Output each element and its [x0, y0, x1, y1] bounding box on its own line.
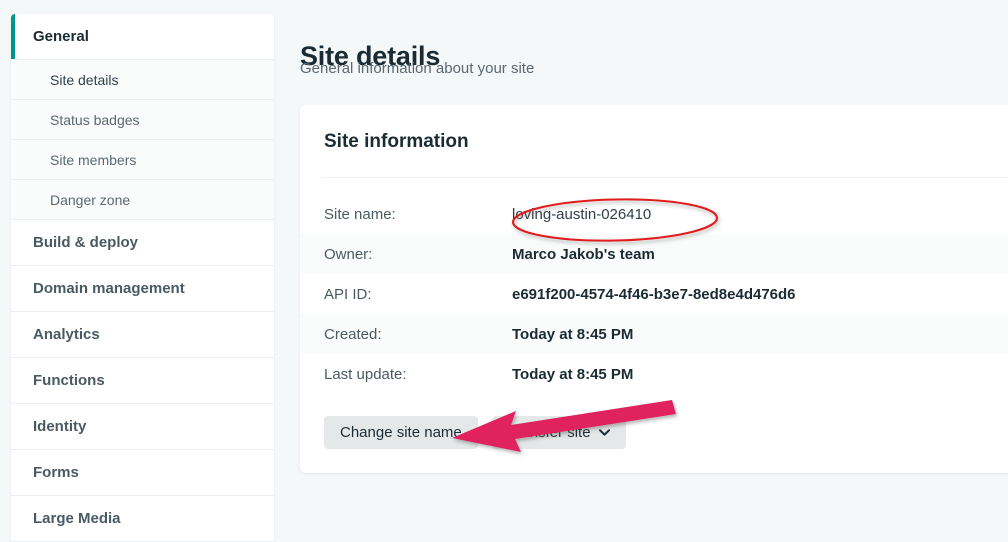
sidebar-item-domain-management[interactable]: Domain management — [11, 266, 274, 312]
transfer-site-label: Transfer site — [507, 424, 591, 441]
sidebar-item-identity[interactable]: Identity — [11, 404, 274, 450]
site-information-card: Site information Site name: loving-austi… — [300, 105, 1008, 473]
sidebar-item-status-badges[interactable]: Status badges — [11, 100, 274, 140]
table-row: Site name: loving-austin-026410 — [300, 194, 1008, 234]
sidebar-item-build-deploy[interactable]: Build & deploy — [11, 220, 274, 266]
table-row: Owner: Marco Jakob's team — [300, 234, 1008, 274]
settings-sidebar: General Site details Status badges Site … — [11, 14, 274, 542]
table-row: Created: Today at 8:45 PM — [300, 314, 1008, 354]
sidebar-item-label: Analytics — [33, 326, 100, 343]
sidebar-item-analytics[interactable]: Analytics — [11, 312, 274, 358]
sidebar-item-label: Build & deploy — [33, 234, 138, 251]
row-label-created: Created: — [324, 325, 382, 343]
change-site-name-button[interactable]: Change site name — [324, 416, 478, 449]
sidebar-item-general[interactable]: General — [11, 14, 274, 60]
settings-page: General Site details Status badges Site … — [0, 0, 1008, 542]
page-subtitle: General information about your site — [300, 60, 535, 77]
row-label-site-name: Site name: — [324, 205, 396, 223]
sidebar-item-label: Functions — [33, 372, 105, 389]
sidebar-item-label: Identity — [33, 418, 87, 435]
sidebar-item-large-media[interactable]: Large Media — [11, 496, 274, 542]
card-title: Site information — [324, 131, 469, 152]
site-information-table: Site name: loving-austin-026410 Owner: M… — [300, 194, 1008, 394]
sidebar-item-label: Forms — [33, 464, 79, 481]
row-value-created: Today at 8:45 PM — [512, 325, 634, 343]
row-label-api-id: API ID: — [324, 285, 372, 303]
sidebar-item-label: Large Media — [33, 510, 121, 527]
sidebar-item-label: Status badges — [50, 111, 140, 128]
sidebar-item-label: Domain management — [33, 280, 185, 297]
row-label-last-update: Last update: — [324, 365, 407, 383]
main-content: Site details General information about y… — [300, 0, 1008, 500]
card-divider — [322, 177, 1008, 178]
sidebar-item-site-members[interactable]: Site members — [11, 140, 274, 180]
row-value-site-name: loving-austin-026410 — [512, 205, 652, 223]
sidebar-item-label: Site members — [50, 151, 137, 168]
sidebar-item-label: Site details — [50, 71, 119, 88]
sidebar-item-label: General — [33, 28, 89, 45]
row-value-last-update: Today at 8:45 PM — [512, 365, 634, 383]
change-site-name-label: Change site name — [340, 424, 462, 441]
transfer-site-button[interactable]: Transfer site — [491, 416, 626, 449]
chevron-down-icon — [598, 428, 610, 439]
sidebar-item-forms[interactable]: Forms — [11, 450, 274, 496]
card-actions: Change site name Transfer site — [300, 394, 1008, 463]
sidebar-item-danger-zone[interactable]: Danger zone — [11, 180, 274, 220]
table-row: API ID: e691f200-4574-4f46-b3e7-8ed8e4d4… — [300, 274, 1008, 314]
row-value-owner: Marco Jakob's team — [512, 245, 655, 263]
row-label-owner: Owner: — [324, 245, 373, 263]
sidebar-item-label: Danger zone — [50, 191, 131, 208]
sidebar-item-site-details[interactable]: Site details — [11, 60, 274, 100]
sidebar-item-functions[interactable]: Functions — [11, 358, 274, 404]
table-row: Last update: Today at 8:45 PM — [300, 354, 1008, 394]
row-value-api-id: e691f200-4574-4f46-b3e7-8ed8e4d476d6 — [512, 285, 796, 303]
